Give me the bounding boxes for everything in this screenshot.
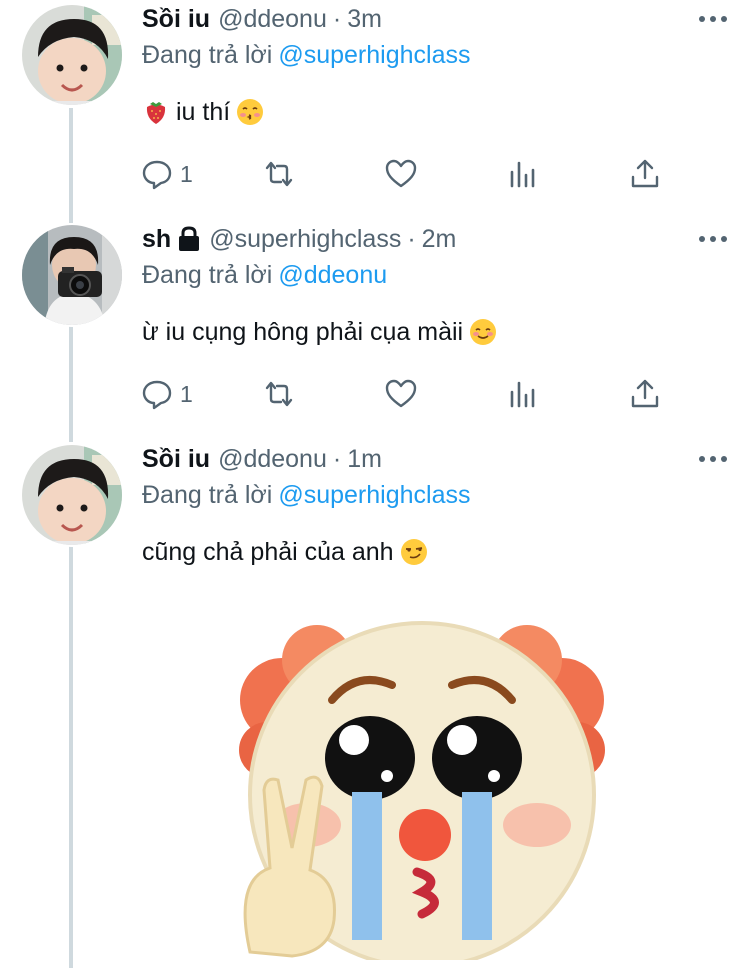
tweet-body: cũng chả phải của anh [142,538,394,566]
tweet-actions: 1 [140,152,680,196]
retweet-button[interactable] [262,152,296,196]
reply-context: Đang trả lời @superhighclass [142,38,470,72]
smirking-face-emoji [400,539,427,565]
handle[interactable]: @superhighclass [209,222,401,256]
retweet-button[interactable] [262,372,296,416]
reply-context: Đang trả lời @superhighclass [142,478,470,512]
timestamp[interactable]: 2m [422,222,457,256]
reply-button[interactable]: 1 [140,372,193,416]
tweet-header: sh @superhighclass · 2m [142,222,456,256]
smiling-face-emoji [470,319,497,345]
avatar-superhighclass[interactable] [20,223,124,327]
tweet-text: ừ iu cụng hông phải cụa màii [142,312,503,352]
reply-icon [142,160,172,190]
tweet-text: iu thí [142,92,270,132]
reply-count: 1 [180,380,193,407]
tweet-header: Sồi iu @ddeonu · 1m [142,442,382,476]
handle[interactable]: @ddeonu [218,442,327,476]
tweet-header: Sồi iu @ddeonu · 3m [142,2,382,36]
reply-to-link[interactable]: @superhighclass [278,41,470,69]
reply-button[interactable]: 1 [140,152,193,196]
kissing-face-emoji [237,99,264,125]
more-icon[interactable] [698,454,728,464]
display-name[interactable]: sh [142,222,171,256]
reply-icon [142,380,172,410]
reply-context: Đang trả lời @ddeonu [142,258,387,292]
retweet-icon [265,161,293,187]
tweet-body: iu thí [176,98,231,126]
attached-media[interactable] [142,580,707,960]
strawberry-emoji [146,102,166,124]
timestamp[interactable]: 3m [347,2,382,36]
tweet-body: ừ iu cụng hông phải cụa màii [142,318,464,346]
share-button[interactable] [628,152,662,196]
analytics-button[interactable] [506,152,540,196]
timestamp[interactable]: 1m [347,442,382,476]
reply-prefix: Đang trả lời [142,41,273,69]
more-icon[interactable] [698,234,728,244]
analytics-button[interactable] [506,372,540,416]
like-button[interactable] [384,152,418,196]
analytics-icon [510,381,535,408]
tweet-3[interactable]: Sồi iu @ddeonu · 1m Đang trả lời @superhi… [0,440,750,968]
display-name[interactable]: Sồi iu [142,2,210,36]
reply-prefix: Đang trả lời [142,261,273,289]
reply-to-link[interactable]: @superhighclass [278,481,470,509]
reply-to-link[interactable]: @ddeonu [278,261,387,289]
heart-icon [385,159,417,188]
tweet-actions: 1 [140,372,680,416]
tweet-text: cũng chả phải của anh [142,532,434,572]
lock-icon [179,226,200,251]
analytics-icon [510,161,535,188]
separator-dot: · [332,5,342,33]
avatar-ddeonu[interactable] [20,3,124,107]
crying-clown-emoji-sticker [239,621,605,960]
display-name[interactable]: Sồi iu [142,442,210,476]
handle[interactable]: @ddeonu [218,2,327,36]
reply-prefix: Đang trả lời [142,481,273,509]
reply-count: 1 [180,160,193,187]
tweet-2[interactable]: sh @superhighclass · 2m Đang trả lời @dde… [0,220,750,432]
separator-dot: · [332,445,342,473]
share-button[interactable] [628,372,662,416]
heart-icon [385,379,417,408]
retweet-icon [265,381,293,407]
avatar-ddeonu[interactable] [20,443,124,547]
separator-dot: · [407,225,416,253]
tweet-1[interactable]: Sồi iu @ddeonu · 3m Đang trả lời @superhi… [0,0,750,212]
more-icon[interactable] [698,14,728,24]
like-button[interactable] [384,372,418,416]
share-icon [631,159,659,188]
share-icon [631,379,659,408]
